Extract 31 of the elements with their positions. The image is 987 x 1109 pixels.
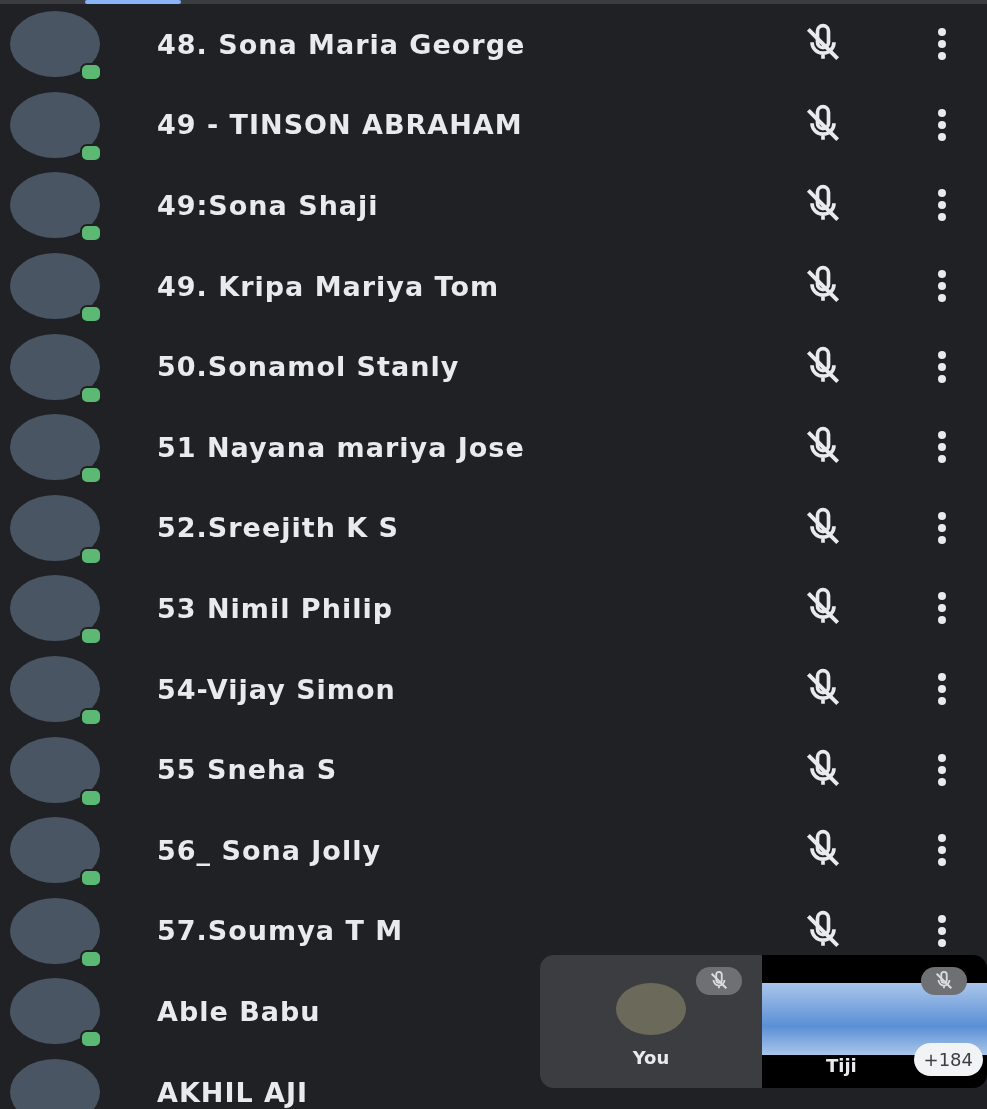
self-view-tile[interactable]: You [540,955,762,1088]
participant-name: 57.Soumya T M [157,915,404,947]
more-options-icon[interactable] [935,833,949,868]
tile-name: Tiji [826,1055,857,1076]
more-options-icon[interactable] [935,269,949,304]
more-options-icon[interactable] [935,752,949,787]
video-tile[interactable]: Tiji +184 [762,955,987,1088]
participant-name: 50.Sonamol Stanly [157,351,460,383]
participant-name: 48. Sona Maria George [157,28,526,60]
participant-name: 49:Sona Shaji [157,190,379,221]
participant-name: 51 Nayana mariya Jose [157,431,525,463]
participant-name: 49 - TINSON ABRAHAM [157,109,523,141]
more-options-icon[interactable] [935,107,949,142]
participant-name: AKHIL AJI [157,1076,309,1108]
participant-name: 52.Sreejith K S [157,512,400,544]
participant-name: 53 Nimil Philip [157,592,393,624]
participant-count-badge[interactable]: +184 [913,1043,983,1076]
more-options-icon[interactable] [935,591,949,626]
more-options-icon[interactable] [935,188,949,223]
participant-name: 55 Sneha S [157,754,338,786]
more-options-icon[interactable] [935,672,949,707]
more-options-icon[interactable] [935,27,949,62]
participant-name: 56_ Sona Jolly [157,834,381,866]
more-options-icon[interactable] [935,430,949,465]
more-options-icon[interactable] [935,349,949,384]
participant-name: 49. Kripa Mariya Tom [157,270,500,302]
more-options-icon[interactable] [935,510,949,545]
participant-name: 54-Vijay Simon [157,673,396,705]
participant-name: Able Babu [157,995,321,1027]
more-options-icon[interactable] [935,913,949,948]
self-label: You [632,1047,670,1068]
